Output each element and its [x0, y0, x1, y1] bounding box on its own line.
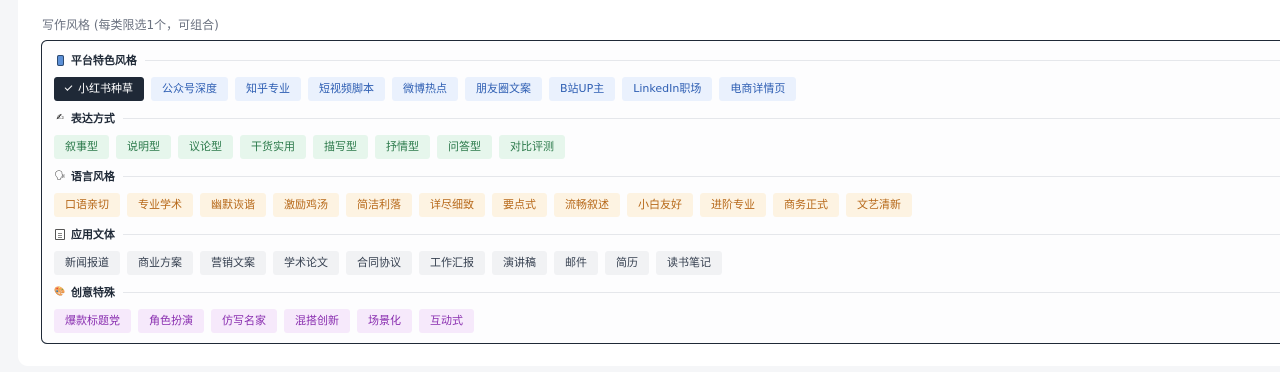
chip-marketing[interactable]: 营销文案	[200, 251, 266, 275]
chip-news[interactable]: 新闻报道	[54, 251, 120, 275]
palette-icon: 🎨	[54, 286, 66, 297]
chip-email[interactable]: 邮件	[554, 251, 598, 275]
group-document: 应用文体 新闻报道 商业方案 营销文案 学术论文 合同协议 工作汇报 演讲稿 邮…	[54, 225, 1280, 283]
chip-detailed[interactable]: 详尽细致	[419, 193, 485, 217]
chip-bullet-points[interactable]: 要点式	[492, 193, 547, 217]
chip-casual[interactable]: 口语亲切	[54, 193, 120, 217]
chip-list-platform: 小红书种草 公众号深度 知乎专业 短视频脚本 微博热点 朋友圈文案 B站UP主 …	[54, 77, 797, 101]
chip-weibo[interactable]: 微博热点	[392, 77, 458, 101]
chip-bilibili[interactable]: B站UP主	[549, 77, 616, 101]
divider	[123, 291, 1280, 293]
divider	[145, 59, 1280, 61]
chip-concise[interactable]: 简洁利落	[346, 193, 412, 217]
group-platform: 平台特色风格 小红书种草 公众号深度 知乎专业 短视频脚本 微博热点 朋友圈文案…	[54, 51, 1280, 109]
chip-roleplay[interactable]: 角色扮演	[138, 309, 204, 333]
chip-qa[interactable]: 问答型	[437, 135, 492, 159]
chip-paper[interactable]: 学术论文	[273, 251, 339, 275]
chip-ecommerce[interactable]: 电商详情页	[719, 77, 797, 101]
divider	[123, 233, 1280, 235]
chip-argumentative[interactable]: 议论型	[178, 135, 233, 159]
chip-list-expression: 叙事型 说明型 议论型 干货实用 描写型 抒情型 问答型 对比评测	[54, 135, 565, 159]
check-icon	[64, 83, 73, 91]
divider	[123, 117, 1280, 119]
mobile-phone-icon	[54, 54, 66, 66]
style-selector-box: 平台特色风格 小红书种草 公众号深度 知乎专业 短视频脚本 微博热点 朋友圈文案…	[41, 40, 1280, 344]
group-title-expression: 表达方式	[71, 112, 115, 125]
group-title-language: 语言风格	[71, 170, 115, 183]
chip-academic[interactable]: 专业学术	[127, 193, 193, 217]
chip-reading-notes[interactable]: 读书笔记	[656, 251, 722, 275]
chip-practical[interactable]: 干货实用	[240, 135, 306, 159]
chip-mashup[interactable]: 混搭创新	[284, 309, 350, 333]
chip-expository[interactable]: 说明型	[116, 135, 171, 159]
writing-hand-icon: ✍	[56, 112, 64, 123]
chip-interactive[interactable]: 互动式	[419, 309, 474, 333]
chip-comparison[interactable]: 对比评测	[499, 135, 565, 159]
chip-lyrical[interactable]: 抒情型	[375, 135, 430, 159]
chip-linkedin[interactable]: LinkedIn职场	[622, 77, 713, 101]
group-title-creative: 创意特殊	[71, 286, 115, 299]
chip-short-video[interactable]: 短视频脚本	[308, 77, 385, 101]
speaking-head-icon: 🗣	[54, 170, 66, 181]
chip-business[interactable]: 商务正式	[773, 193, 839, 217]
divider	[123, 175, 1280, 177]
chip-moments[interactable]: 朋友圈文案	[465, 77, 542, 101]
chip-list-language: 口语亲切 专业学术 幽默诙谐 激励鸡汤 简洁利落 详尽细致 要点式 流畅叙述 小…	[54, 193, 912, 217]
chip-fluent[interactable]: 流畅叙述	[554, 193, 620, 217]
chip-clickbait[interactable]: 爆款标题党	[54, 309, 131, 333]
chip-narrative[interactable]: 叙事型	[54, 135, 109, 159]
group-title-platform: 平台特色风格	[71, 54, 137, 67]
chip-contract[interactable]: 合同协议	[346, 251, 412, 275]
chip-list-document: 新闻报道 商业方案 营销文案 学术论文 合同协议 工作汇报 演讲稿 邮件 简历 …	[54, 251, 722, 275]
group-expression: ✍ 表达方式 叙事型 说明型 议论型 干货实用 描写型 抒情型 问答型 对比评测	[54, 109, 1280, 167]
chip-speech[interactable]: 演讲稿	[492, 251, 547, 275]
chip-report[interactable]: 工作汇报	[419, 251, 485, 275]
chip-zhihu[interactable]: 知乎专业	[235, 77, 301, 101]
chip-gongzhonghao[interactable]: 公众号深度	[151, 77, 228, 101]
chip-business-plan[interactable]: 商业方案	[127, 251, 193, 275]
chip-beginner[interactable]: 小白友好	[627, 193, 693, 217]
chip-scenario[interactable]: 场景化	[357, 309, 412, 333]
chip-xiaohongshu[interactable]: 小红书种草	[54, 77, 144, 101]
chip-list-creative: 爆款标题党 角色扮演 仿写名家 混搭创新 场景化 互动式	[54, 309, 474, 333]
chip-descriptive[interactable]: 描写型	[313, 135, 368, 159]
group-title-document: 应用文体	[71, 228, 115, 241]
chip-literary[interactable]: 文艺清新	[846, 193, 912, 217]
document-icon	[54, 228, 66, 240]
group-language: 🗣 语言风格 口语亲切 专业学术 幽默诙谐 激励鸡汤 简洁利落 详尽细致 要点式…	[54, 167, 1280, 225]
chip-resume[interactable]: 简历	[605, 251, 649, 275]
chip-imitation[interactable]: 仿写名家	[211, 309, 277, 333]
chip-advanced[interactable]: 进阶专业	[700, 193, 766, 217]
chip-humorous[interactable]: 幽默诙谐	[200, 193, 266, 217]
group-creative: 🎨 创意特殊 爆款标题党 角色扮演 仿写名家 混搭创新 场景化 互动式	[54, 283, 1280, 341]
chip-motivational[interactable]: 激励鸡汤	[273, 193, 339, 217]
writing-style-label: 写作风格 (每类限选1个，可组合)	[42, 18, 219, 32]
